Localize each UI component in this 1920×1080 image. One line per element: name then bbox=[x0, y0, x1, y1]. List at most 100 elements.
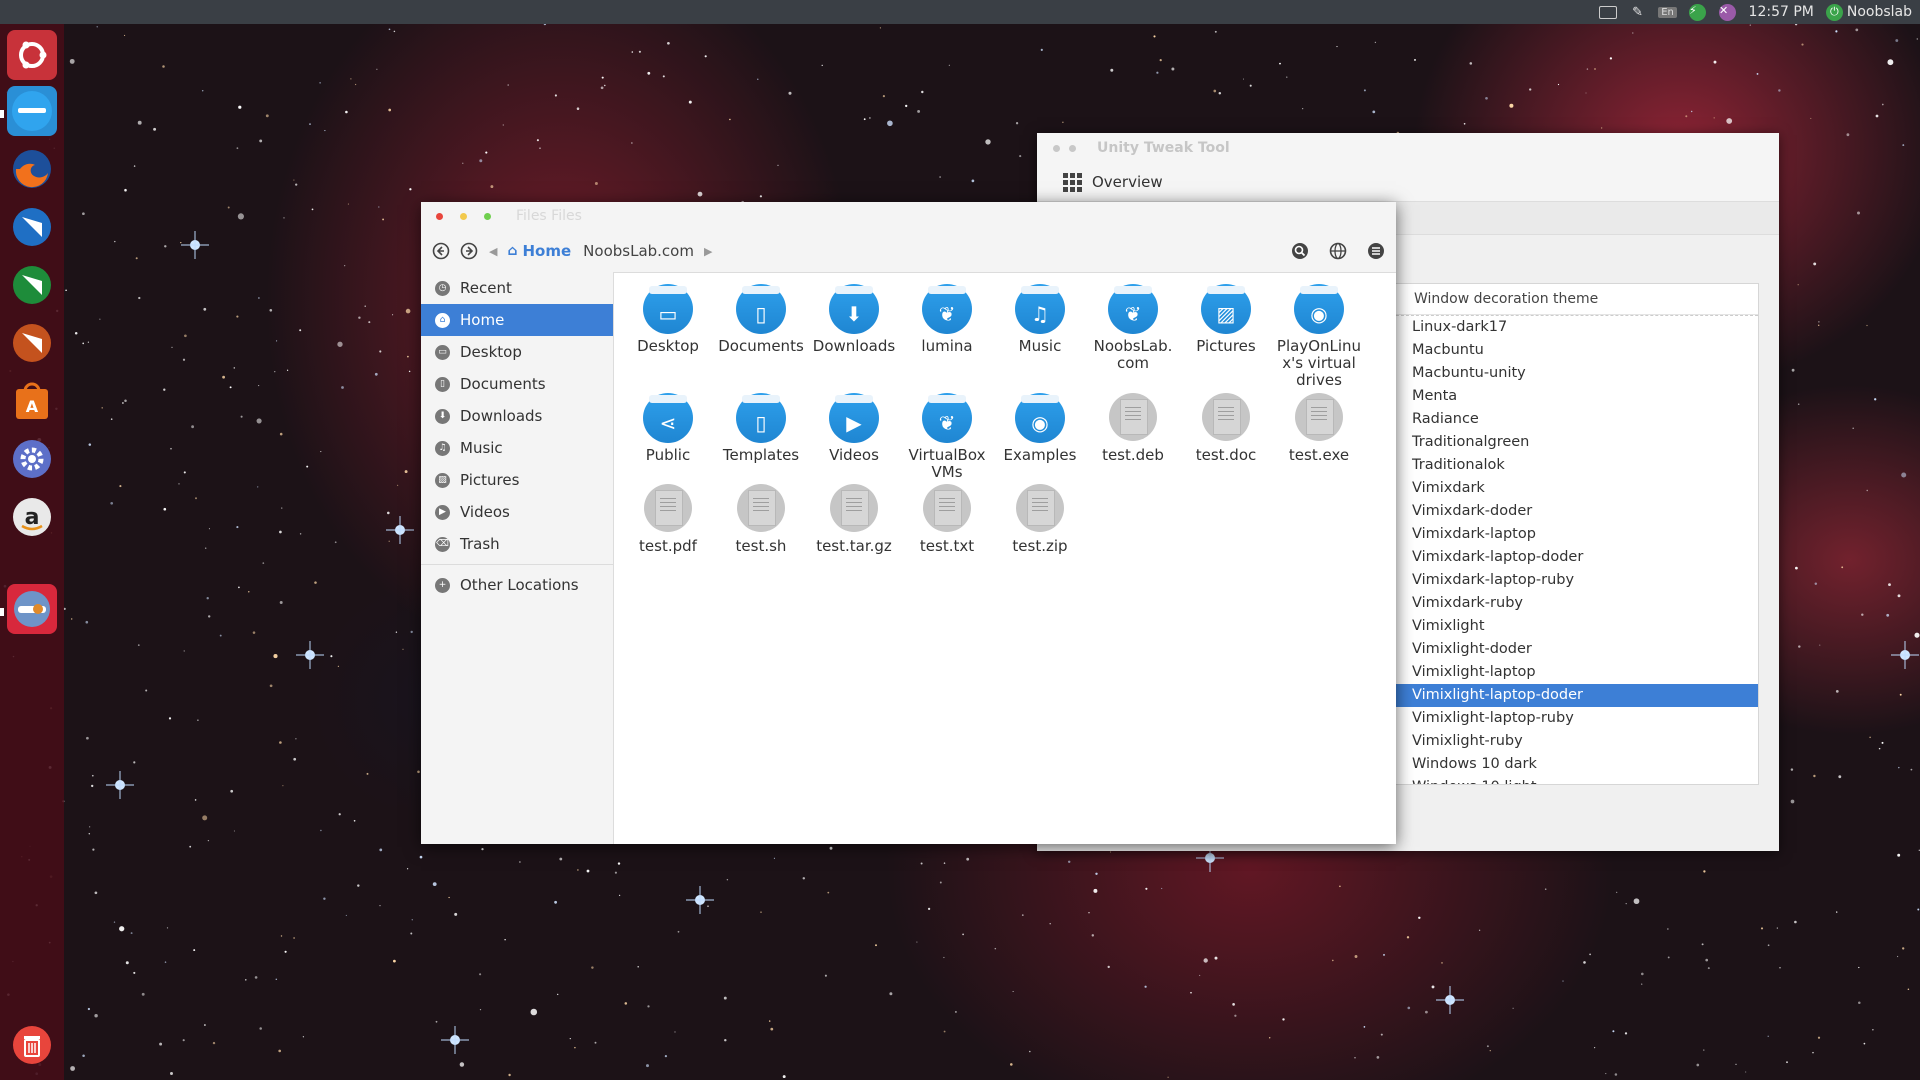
theme-item[interactable]: Windows 10 light bbox=[1396, 776, 1758, 784]
view-button[interactable] bbox=[1324, 237, 1352, 265]
overview-tab[interactable]: Overview bbox=[1037, 163, 1779, 202]
spreadsheet-icon[interactable] bbox=[7, 260, 57, 310]
forward-button[interactable] bbox=[455, 237, 483, 265]
breadcrumb-left-chevron-icon[interactable]: ◀ bbox=[489, 245, 497, 258]
file-item[interactable]: test.sh bbox=[715, 478, 807, 555]
settings-icon[interactable] bbox=[7, 434, 57, 484]
close-button[interactable] bbox=[1053, 144, 1060, 152]
file-item[interactable]: test.zip bbox=[994, 478, 1086, 555]
sidebar-item-pictures[interactable]: ▨ Pictures bbox=[421, 464, 613, 496]
sidebar-item-music[interactable]: ♫ Music bbox=[421, 432, 613, 464]
folder-item[interactable]: ❦ VirtualBox VMs bbox=[901, 387, 993, 481]
firefox-icon[interactable] bbox=[7, 144, 57, 194]
search-button[interactable] bbox=[1286, 237, 1314, 265]
theme-item[interactable]: Vimixdark-laptop-doder bbox=[1396, 546, 1758, 569]
breadcrumb-right-chevron-icon[interactable]: ▶ bbox=[704, 245, 712, 258]
folder-item[interactable]: ▶ Videos bbox=[808, 387, 900, 464]
dash-icon[interactable] bbox=[7, 30, 57, 80]
folder-item[interactable]: ▨ Pictures bbox=[1180, 278, 1272, 355]
breadcrumb-home[interactable]: ⌂ Home bbox=[507, 242, 571, 260]
file-item[interactable]: test.tar.gz bbox=[808, 478, 900, 555]
minimize-button[interactable] bbox=[1069, 144, 1076, 152]
folder-item[interactable]: ◉ Examples bbox=[994, 387, 1086, 464]
theme-item[interactable]: Vimixlight-laptop-doder bbox=[1396, 684, 1758, 707]
folder-item[interactable]: ♫ Music bbox=[994, 278, 1086, 355]
item-label: test.sh bbox=[735, 537, 787, 555]
text-editor-icon[interactable] bbox=[7, 202, 57, 252]
sidebar-item-documents[interactable]: ▯ Documents bbox=[421, 368, 613, 400]
sound-icon[interactable]: ✕ bbox=[1719, 3, 1737, 21]
amazon-icon[interactable]: a bbox=[7, 492, 57, 542]
folder-item[interactable]: ▭ Desktop bbox=[622, 278, 714, 355]
sidebar-item-recent[interactable]: ◷ Recent bbox=[421, 272, 613, 304]
theme-item[interactable]: Linux-dark17 bbox=[1396, 316, 1758, 339]
folder-item[interactable]: ▯ Documents bbox=[715, 278, 807, 355]
file-item[interactable]: test.doc bbox=[1180, 387, 1272, 464]
tweak-window-title: Unity Tweak Tool bbox=[1097, 140, 1230, 156]
file-item[interactable]: test.pdf bbox=[622, 478, 714, 555]
theme-item[interactable]: Vimixdark-ruby bbox=[1396, 592, 1758, 615]
theme-item[interactable]: Vimixlight-laptop-ruby bbox=[1396, 707, 1758, 730]
sidebar-item-trash[interactable]: ⌫ Trash bbox=[421, 528, 613, 560]
software-center-icon[interactable]: A bbox=[7, 376, 57, 426]
theme-item[interactable]: Windows 10 dark bbox=[1396, 753, 1758, 776]
sidebar-item-label: Music bbox=[460, 439, 503, 457]
folder-icon: ♫ bbox=[1015, 284, 1065, 334]
language-indicator[interactable]: En bbox=[1658, 4, 1677, 20]
breadcrumb-noobslab[interactable]: NoobsLab.com bbox=[583, 242, 694, 260]
minimize-button[interactable] bbox=[460, 212, 467, 220]
menu-button[interactable] bbox=[1362, 237, 1390, 265]
theme-item[interactable]: Vimixlight bbox=[1396, 615, 1758, 638]
folder-icon: ▨ bbox=[1201, 284, 1251, 334]
trash-icon[interactable] bbox=[7, 1020, 57, 1070]
theme-item[interactable]: Radiance bbox=[1396, 408, 1758, 431]
user-menu[interactable]: ⏻ Noobslab bbox=[1825, 3, 1912, 21]
keyboard-icon[interactable] bbox=[1598, 4, 1617, 20]
folder-item[interactable]: ▯ Templates bbox=[715, 387, 807, 464]
theme-item[interactable]: Vimixdark-doder bbox=[1396, 500, 1758, 523]
sidebar-item-desktop[interactable]: ▭ Desktop bbox=[421, 336, 613, 368]
sidebar-item-label: Home bbox=[460, 311, 505, 329]
theme-item[interactable]: Vimixdark bbox=[1396, 477, 1758, 500]
maximize-button[interactable] bbox=[484, 212, 491, 220]
sidebar-item-home[interactable]: ⌂ Home bbox=[421, 304, 613, 336]
documents-icon: ▯ bbox=[435, 376, 450, 392]
theme-item[interactable]: Macbuntu bbox=[1396, 339, 1758, 362]
theme-item[interactable]: Vimixdark-laptop-ruby bbox=[1396, 569, 1758, 592]
theme-item[interactable]: Traditionalgreen bbox=[1396, 431, 1758, 454]
file-item[interactable]: test.txt bbox=[901, 478, 993, 555]
theme-item[interactable]: Vimixlight-doder bbox=[1396, 638, 1758, 661]
battery-icon[interactable]: ⚡ bbox=[1689, 3, 1707, 21]
document-icon bbox=[1295, 393, 1343, 441]
close-button[interactable] bbox=[436, 212, 443, 220]
theme-item[interactable]: Macbuntu-unity bbox=[1396, 362, 1758, 385]
sidebar-item-other-locations[interactable]: + Other Locations bbox=[421, 569, 613, 601]
files-icon[interactable] bbox=[7, 86, 57, 136]
theme-item[interactable]: Menta bbox=[1396, 385, 1758, 408]
folder-item[interactable]: ❦ lumina bbox=[901, 278, 993, 355]
sidebar-item-label: Documents bbox=[460, 375, 546, 393]
forward-arrow-icon bbox=[460, 242, 478, 260]
folder-item[interactable]: ⋖ Public bbox=[622, 387, 714, 464]
folder-item[interactable]: ⬇ Downloads bbox=[808, 278, 900, 355]
theme-item[interactable]: Vimixlight-laptop bbox=[1396, 661, 1758, 684]
back-button[interactable] bbox=[427, 237, 455, 265]
folder-item[interactable]: ❦ NoobsLab. com bbox=[1087, 278, 1179, 372]
sidebar-item-label: Downloads bbox=[460, 407, 543, 425]
sidebar-item-downloads[interactable]: ⬇ Downloads bbox=[421, 400, 613, 432]
theme-item[interactable]: Vimixlight-ruby bbox=[1396, 730, 1758, 753]
presentation-icon[interactable] bbox=[7, 318, 57, 368]
clock[interactable]: 12:57 PM bbox=[1749, 4, 1814, 20]
tweak-tool-icon[interactable] bbox=[7, 584, 57, 634]
folder-icon: ❦ bbox=[922, 284, 972, 334]
messaging-icon[interactable]: ✎ bbox=[1629, 4, 1647, 20]
theme-list[interactable]: Linux-dark17 Macbuntu Macbuntu-unity Menta R… bbox=[1396, 315, 1758, 784]
folder-item[interactable]: ◉ PlayOnLinu x's virtual drives bbox=[1273, 278, 1365, 389]
theme-item[interactable]: Traditionalok bbox=[1396, 454, 1758, 477]
sidebar-item-videos[interactable]: ▶ Videos bbox=[421, 496, 613, 528]
downloads-icon: ⬇ bbox=[435, 408, 450, 424]
theme-item[interactable]: Vimixdark-laptop bbox=[1396, 523, 1758, 546]
file-item[interactable]: test.exe bbox=[1273, 387, 1365, 464]
document-icon bbox=[737, 484, 785, 532]
file-item[interactable]: test.deb bbox=[1087, 387, 1179, 464]
